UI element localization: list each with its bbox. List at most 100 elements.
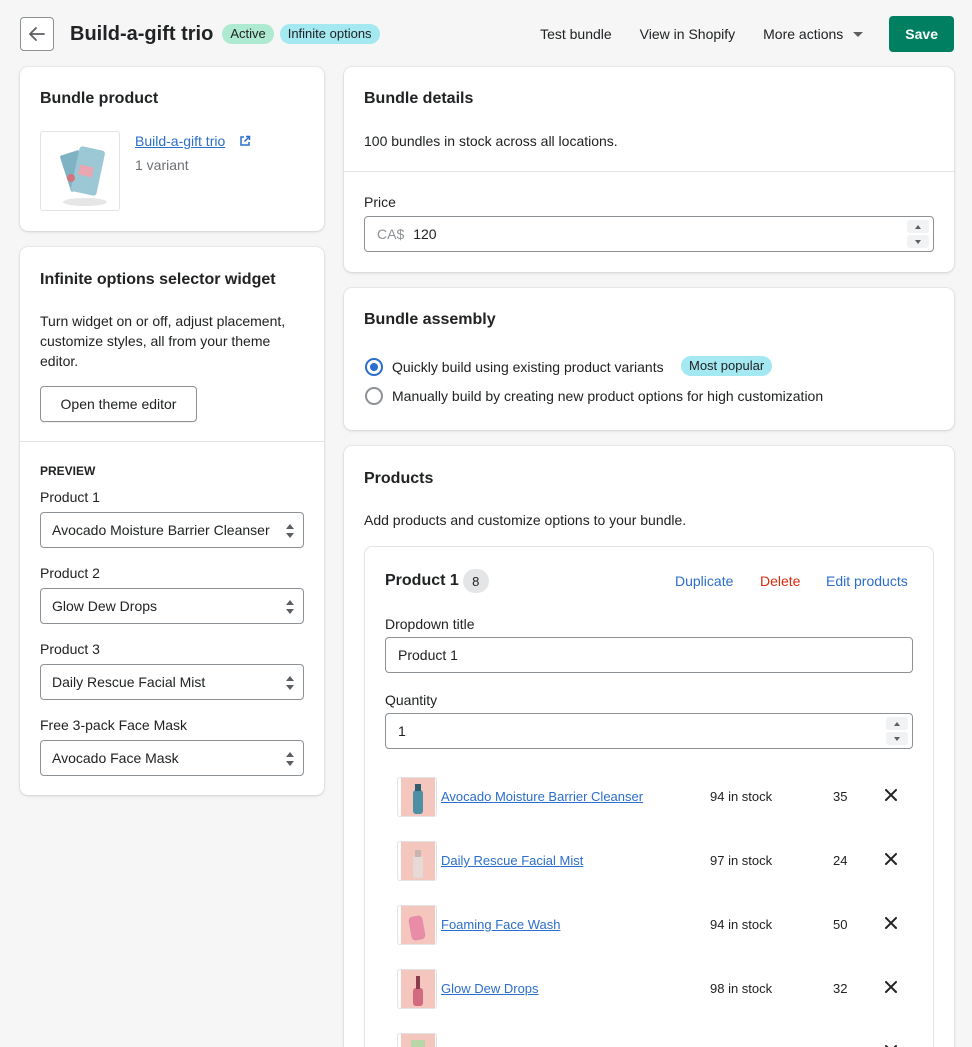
quantity-increment-button[interactable] [886, 717, 908, 730]
selector-dropdown-2[interactable]: Glow Dew Drops [40, 588, 304, 624]
price-decrement-button[interactable] [907, 235, 929, 248]
header-actions: Test bundle View in Shopify More actions… [512, 16, 954, 52]
caret-up-icon [915, 224, 921, 229]
selector-value-3: Daily Rescue Facial Mist [52, 674, 206, 690]
price-input[interactable]: CA$ 120 [364, 216, 934, 252]
bundle-product-title: Bundle product [40, 90, 159, 107]
bundle-product-link[interactable]: Build-a-gift trio [135, 133, 225, 149]
arrow-left-icon [29, 27, 45, 41]
products-title: Products [364, 470, 434, 487]
quantity-value: 1 [398, 723, 406, 739]
bundle-product-card: Bundle product Build-a-gift trio 1 varia… [20, 67, 324, 231]
external-link-icon[interactable] [239, 135, 251, 147]
quantity-label: Quantity [385, 692, 438, 708]
bundle-product-image [40, 131, 120, 211]
option-manual-build-label[interactable]: Manually build by creating new product o… [392, 388, 823, 404]
products-card: Products Add products and customize opti… [344, 446, 954, 1047]
product-row: Daily Rescue Facial Mist 97 in stock 24 [397, 841, 917, 885]
more-actions-label: More actions [763, 26, 844, 42]
caret-down-icon [894, 736, 900, 741]
close-icon[interactable] [883, 915, 899, 931]
page-title: Build-a-gift trio [70, 22, 214, 45]
edit-products-button[interactable]: Edit products [826, 573, 908, 589]
selector-value-2: Glow Dew Drops [52, 598, 158, 614]
selector-dropdown-3[interactable]: Daily Rescue Facial Mist [40, 664, 304, 700]
radio-manual-build[interactable] [365, 387, 383, 405]
most-popular-badge: Most popular [681, 356, 773, 376]
product-thumbnail [397, 969, 437, 1009]
delete-button[interactable]: Delete [760, 573, 800, 589]
widget-title: Infinite options selector widget [40, 271, 276, 288]
save-button[interactable]: Save [889, 16, 954, 52]
quantity-decrement-button[interactable] [886, 732, 908, 745]
bundle-details-title: Bundle details [364, 90, 474, 107]
select-arrows-icon [286, 524, 294, 538]
product-name-link[interactable]: Avocado Moisture Barrier Cleanser [441, 789, 643, 804]
preview-heading: PREVIEW [40, 464, 96, 478]
product-thumbnail [397, 1033, 437, 1047]
quantity-input[interactable]: 1 [385, 713, 913, 749]
page-header: Build-a-gift trio Active Infinite option… [20, 16, 954, 52]
product-row: Glow Dew Drops 98 in stock 32 [397, 969, 917, 1013]
product-row: Avocado Moisture Barrier Cleanser 94 in … [397, 777, 917, 821]
more-actions-button[interactable]: More actions [763, 26, 864, 42]
select-arrows-icon [286, 600, 294, 614]
product-name-link[interactable]: Foaming Face Wash [441, 917, 560, 932]
product-group-title-text: Product 1 [385, 572, 459, 590]
option-quick-build-label[interactable]: Quickly build using existing product var… [392, 359, 664, 375]
product-count-badge: 8 [462, 569, 489, 593]
product-group-card: Product 18 Duplicate Delete Edit product… [364, 546, 934, 1047]
widget-description: Turn widget on or off, adjust placement,… [40, 313, 286, 369]
dropdown-title-label: Dropdown title [385, 616, 475, 632]
bundle-stock-text: 100 bundles in stock across all location… [364, 133, 618, 149]
status-badge-infinite-options: Infinite options [279, 24, 380, 44]
test-bundle-button[interactable]: Test bundle [540, 26, 612, 42]
bundle-assembly-title: Bundle assembly [364, 311, 496, 328]
product-group-title: Product 18 [385, 569, 489, 593]
product-name-link[interactable]: Glow Dew Drops [441, 981, 539, 996]
product-stock: 97 in stock [710, 853, 773, 868]
product-stock: 98 in stock [710, 981, 773, 996]
product-quantity: 50 [833, 917, 848, 932]
selector-label-4: Free 3-pack Face Mask [40, 717, 188, 733]
selector-dropdown-4[interactable]: Avocado Face Mask [40, 740, 304, 776]
caret-down-icon [853, 31, 864, 37]
caret-down-icon [915, 239, 921, 244]
selector-label-3: Product 3 [40, 641, 100, 657]
caret-up-icon [894, 721, 900, 726]
bundle-product-variants: 1 variant [135, 157, 189, 173]
selector-dropdown-1[interactable]: Avocado Moisture Barrier Cleanser [40, 512, 304, 548]
close-icon[interactable] [883, 1043, 899, 1047]
price-increment-button[interactable] [907, 220, 929, 233]
dropdown-title-input[interactable]: Product 1 [385, 637, 913, 673]
back-button[interactable] [20, 17, 54, 51]
price-value: 120 [413, 226, 437, 242]
select-arrows-icon [286, 752, 294, 766]
product-quantity: 32 [833, 981, 848, 996]
bundle-assembly-card: Bundle assembly Quickly build using exis… [344, 288, 954, 430]
duplicate-button[interactable]: Duplicate [675, 573, 733, 589]
close-icon[interactable] [883, 979, 899, 995]
radio-quick-build[interactable] [365, 358, 383, 376]
product-row: Foaming Face Wash 94 in stock 50 [397, 905, 917, 949]
selector-value-1: Avocado Moisture Barrier Cleanser [52, 522, 270, 538]
product-thumbnail [397, 841, 437, 881]
product-stock: 94 in stock [710, 789, 773, 804]
price-stepper [907, 220, 929, 248]
product-stock: 94 in stock [710, 917, 773, 932]
selector-label-2: Product 2 [40, 565, 100, 581]
details-divider [344, 171, 954, 172]
status-badge-active: Active [222, 24, 274, 44]
view-in-shopify-button[interactable]: View in Shopify [640, 26, 735, 42]
product-thumbnail [397, 777, 437, 817]
selector-value-4: Avocado Face Mask [52, 750, 179, 766]
products-description: Add products and customize options to yo… [364, 512, 687, 528]
quantity-stepper [886, 717, 908, 745]
price-prefix: CA$ [377, 226, 405, 242]
close-icon[interactable] [883, 851, 899, 867]
product-name-link[interactable]: Daily Rescue Facial Mist [441, 853, 583, 868]
close-icon[interactable] [883, 787, 899, 803]
selector-label-1: Product 1 [40, 489, 100, 505]
open-theme-editor-button[interactable]: Open theme editor [40, 386, 197, 422]
dropdown-title-value: Product 1 [398, 647, 458, 663]
